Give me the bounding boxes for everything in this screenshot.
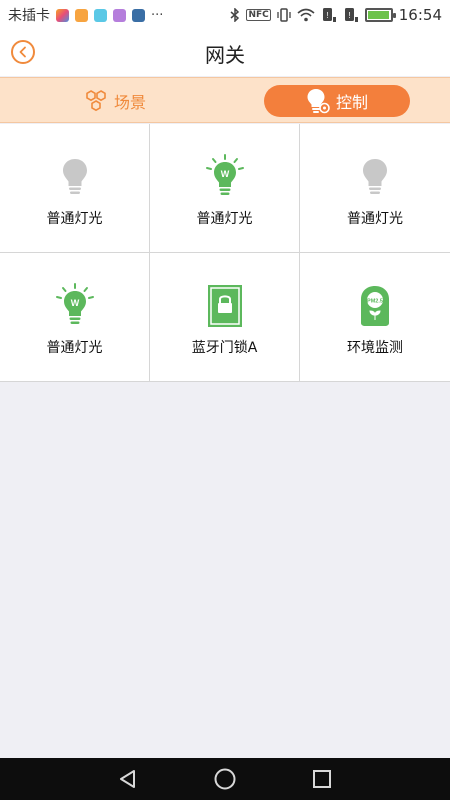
svg-text:W: W xyxy=(220,169,229,179)
device-label: 普通灯光 xyxy=(196,211,253,227)
tab-control-label: 控制 xyxy=(335,93,368,112)
device-label: 普通灯光 xyxy=(46,340,103,356)
nav-home-button[interactable] xyxy=(213,767,237,791)
circle-home-icon xyxy=(214,768,236,790)
status-left: 未插卡 ··· xyxy=(8,5,163,25)
device-label: 蓝牙门锁A xyxy=(191,340,258,356)
bluetooth-icon xyxy=(230,8,240,22)
nav-back-button[interactable] xyxy=(116,767,140,791)
header: 网关 xyxy=(0,30,450,76)
vibrate-icon xyxy=(277,8,291,22)
tab-scene-label: 场景 xyxy=(113,93,146,112)
air-monitor-icon: PM2.5 xyxy=(353,283,397,329)
device-tile-light-3[interactable]: 普通灯光 xyxy=(300,124,450,253)
nfc-icon: NFC xyxy=(246,9,271,21)
back-button[interactable] xyxy=(11,40,35,64)
message-notification-icon xyxy=(94,8,107,22)
status-bar: 未插卡 ··· NFC ! ! 16:54 xyxy=(0,0,450,30)
device-label: 普通灯光 xyxy=(46,211,103,227)
svg-text:!: ! xyxy=(348,11,350,20)
more-notifications-icon: ··· xyxy=(151,7,164,23)
status-time: 16:54 xyxy=(398,6,442,24)
page-title: 网关 xyxy=(205,42,245,67)
bulb-off-icon xyxy=(353,154,397,200)
svg-text:W: W xyxy=(70,298,79,308)
hexagon-cluster-icon xyxy=(86,90,106,112)
gallery-notification-icon xyxy=(113,8,126,22)
bulb-on-icon: W xyxy=(53,283,97,329)
tab-control[interactable]: 控制 xyxy=(264,85,410,117)
device-tile-bluetooth-lock[interactable]: 蓝牙门锁A xyxy=(150,253,300,382)
system-nav-bar xyxy=(0,758,450,800)
carrier-text: 未插卡 xyxy=(8,8,50,24)
device-tile-light-2[interactable]: W 普通灯光 xyxy=(150,124,300,253)
sim2-signal-icon: ! xyxy=(344,8,358,22)
bulb-off-icon xyxy=(53,154,97,200)
tab-bar: 场景 控制 xyxy=(0,77,450,123)
device-label: 环境监测 xyxy=(347,340,403,356)
device-tile-light-1[interactable]: 普通灯光 xyxy=(0,124,150,253)
status-right: NFC ! ! 16:54 xyxy=(230,6,442,24)
device-label: 普通灯光 xyxy=(347,211,403,227)
sim1-signal-icon: ! xyxy=(322,8,336,22)
tab-scene[interactable]: 场景 xyxy=(42,85,188,117)
bulb-gear-icon xyxy=(307,89,330,114)
triangle-back-icon xyxy=(120,770,136,788)
nav-recents-button[interactable] xyxy=(310,767,334,791)
wifi-icon xyxy=(297,8,315,22)
battery-icon xyxy=(364,8,396,22)
app-notification-icon xyxy=(56,8,69,22)
square-recents-icon xyxy=(312,770,331,788)
device-grid: 普通灯光 W 普通灯光 普通灯光 W 普通灯光 蓝牙门锁A PM2.5 环境监测 xyxy=(0,124,450,382)
photo-notification-icon xyxy=(75,8,88,22)
bulb-on-icon: W xyxy=(203,154,247,200)
device-tile-environment-monitor[interactable]: PM2.5 环境监测 xyxy=(300,253,450,382)
svg-text:!: ! xyxy=(326,11,328,20)
chat-notification-icon xyxy=(132,8,145,22)
svg-text:PM2.5: PM2.5 xyxy=(367,299,383,305)
chevron-left-icon xyxy=(19,46,26,58)
lock-panel-icon xyxy=(203,283,247,329)
device-tile-light-4[interactable]: W 普通灯光 xyxy=(0,253,150,382)
battery-fill xyxy=(367,11,390,19)
